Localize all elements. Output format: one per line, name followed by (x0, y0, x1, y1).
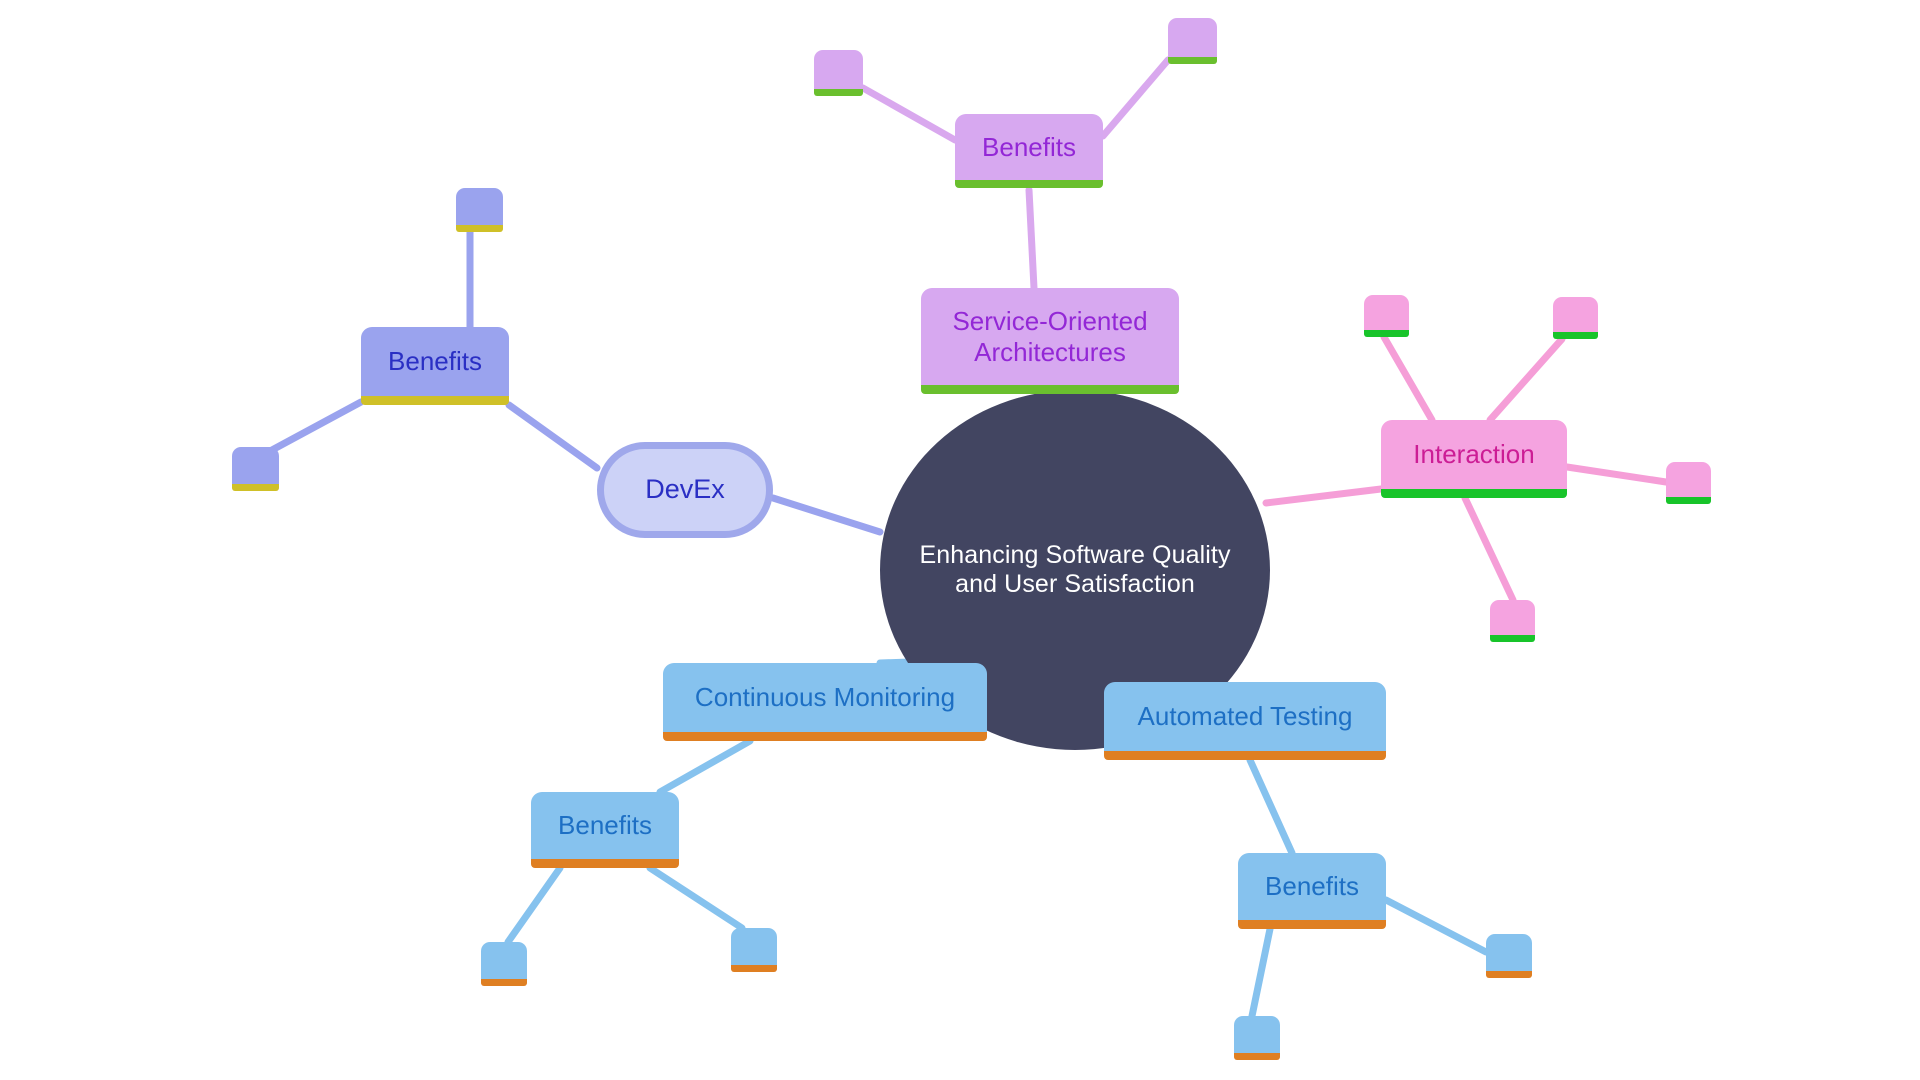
node-devex-benefits[interactable]: Benefits (361, 327, 509, 405)
node-interaction-leaf-2[interactable] (1553, 297, 1598, 339)
node-devex-leaf-2[interactable] (232, 447, 279, 491)
node-label-continuous-monitoring: Continuous Monitoring (694, 682, 956, 713)
node-cm-benefits[interactable]: Benefits (531, 792, 679, 868)
node-interaction-leaf-4[interactable] (1490, 600, 1535, 642)
mindmap-canvas: Enhancing Software Quality and User Sati… (0, 0, 1920, 1080)
node-at-benefits[interactable]: Benefits (1238, 853, 1386, 929)
node-devex-leaf-1[interactable] (456, 188, 503, 232)
node-layer: Enhancing Software Quality and User Sati… (0, 0, 1920, 1080)
node-at-leaf-1[interactable] (1486, 934, 1532, 978)
node-interaction[interactable]: Interaction (1381, 420, 1567, 498)
node-interaction-leaf-3[interactable] (1666, 462, 1711, 504)
node-label-soa-benefits: Benefits (982, 131, 1076, 162)
node-interaction-leaf-1[interactable] (1364, 295, 1409, 337)
node-soa-leaf-2[interactable] (1168, 18, 1217, 64)
node-label-automated-testing: Automated Testing (1137, 701, 1353, 732)
node-soa-benefits[interactable]: Benefits (955, 114, 1103, 188)
node-soa-leaf-1[interactable] (814, 50, 863, 96)
node-cm-leaf-2[interactable] (731, 928, 777, 972)
node-label-at-benefits: Benefits (1265, 871, 1359, 902)
node-label-root: Enhancing Software Quality and User Sati… (919, 540, 1231, 599)
node-label-cm-benefits: Benefits (558, 810, 652, 841)
node-label-devex-benefits: Benefits (388, 346, 482, 377)
node-continuous-monitoring[interactable]: Continuous Monitoring (663, 663, 987, 741)
node-cm-leaf-1[interactable] (481, 942, 527, 986)
node-at-leaf-2[interactable] (1234, 1016, 1280, 1060)
node-label-interaction: Interaction (1413, 439, 1535, 470)
node-soa[interactable]: Service-Oriented Architectures (921, 288, 1179, 394)
node-devex[interactable]: DevEx (597, 442, 773, 538)
node-label-devex: DevEx (645, 474, 725, 505)
node-label-soa: Service-Oriented Architectures (952, 305, 1148, 367)
node-automated-testing[interactable]: Automated Testing (1104, 682, 1386, 760)
